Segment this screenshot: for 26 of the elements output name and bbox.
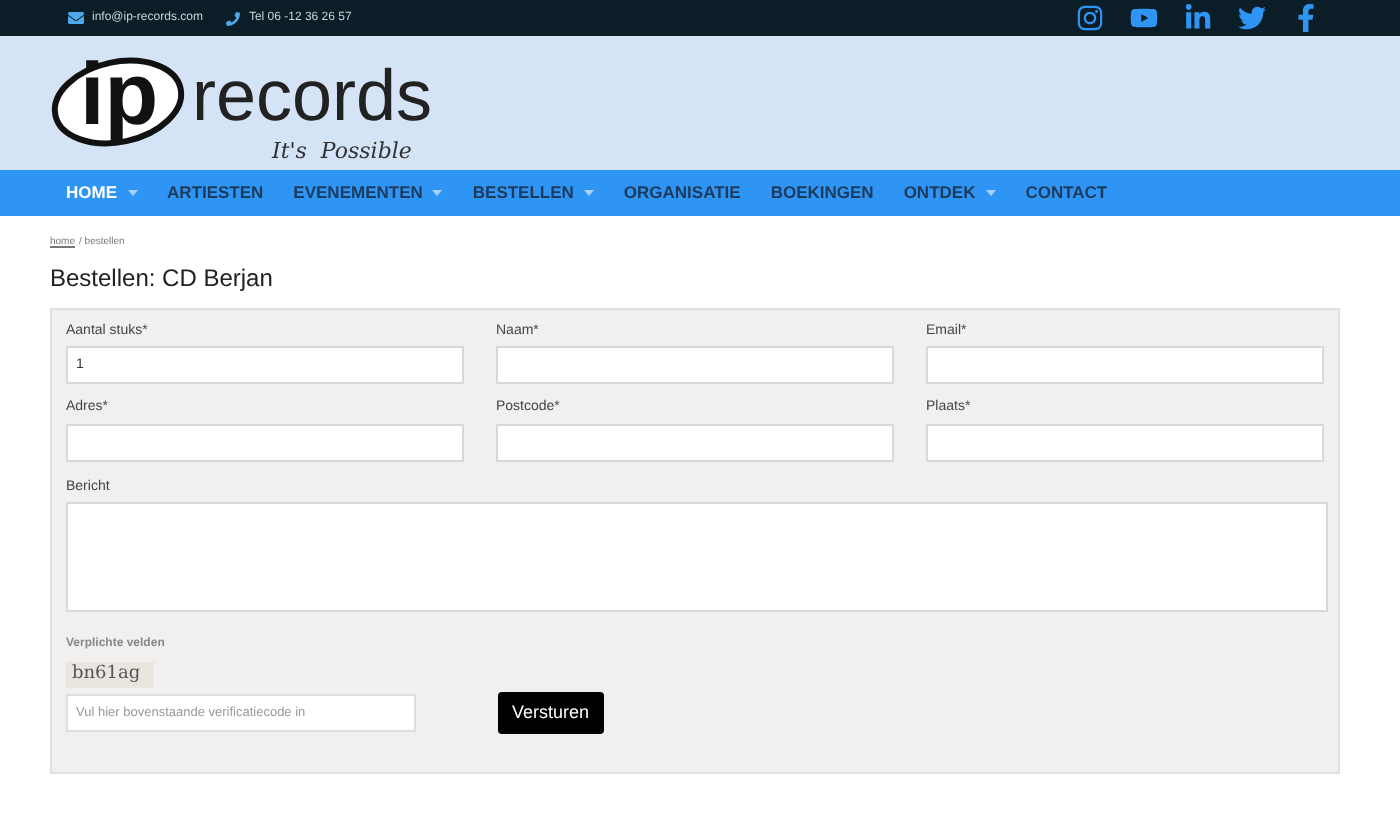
nav-item[interactable]: HOME xyxy=(66,180,137,206)
logo-mark: ip xyxy=(80,51,159,139)
input-field[interactable] xyxy=(496,346,894,384)
twitter-icon[interactable] xyxy=(1238,4,1266,32)
nav-item[interactable]: CONTACT xyxy=(1025,180,1108,206)
input-field[interactable] xyxy=(496,423,894,461)
nav-item[interactable]: BESTELLEN xyxy=(472,180,594,206)
linkedin-icon[interactable] xyxy=(1184,4,1212,32)
input-field[interactable] xyxy=(926,346,1324,384)
nav-item[interactable]: ORGANISATIE xyxy=(623,180,741,206)
nav-item[interactable]: EVENEMENTEN xyxy=(293,180,443,206)
nav-item[interactable]: ARTIESTEN xyxy=(167,180,264,206)
nav-item[interactable]: BOEKINGEN xyxy=(770,180,874,206)
nav-item[interactable]: ONTDEK xyxy=(903,180,996,206)
submit-button[interactable]: Versturen xyxy=(498,692,604,734)
input-field[interactable] xyxy=(926,423,1324,461)
logo-name: records xyxy=(192,59,433,131)
page-title: Bestellen: CD Berjan xyxy=(50,261,275,295)
youtube-icon[interactable] xyxy=(1130,4,1158,32)
captcha-image: bn61ag xyxy=(66,662,154,688)
phone-icon xyxy=(226,11,241,25)
envelope-icon xyxy=(68,10,84,26)
message-field[interactable] xyxy=(66,502,1328,612)
instagram-icon[interactable] xyxy=(1076,4,1104,32)
logo-tagline: It's Possible xyxy=(272,135,412,167)
input-field[interactable] xyxy=(66,423,464,461)
